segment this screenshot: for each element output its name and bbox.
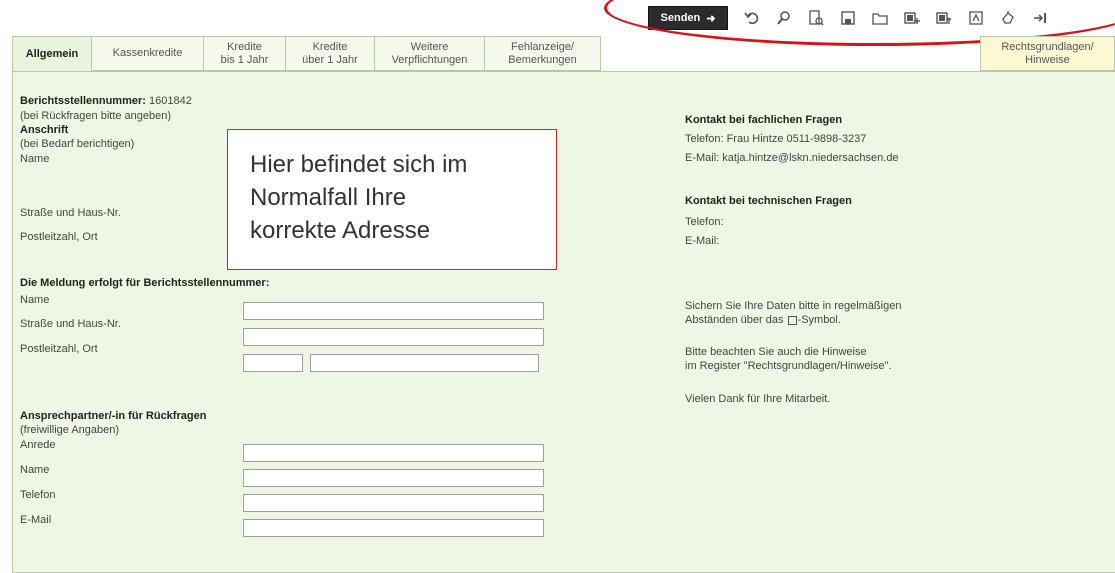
- tab-rechtsgrundlagen-hinweise[interactable]: Rechtsgrundlagen/ Hinweise: [980, 36, 1115, 71]
- send-button[interactable]: Senden ➜: [648, 6, 728, 30]
- add-row-icon[interactable]: [902, 8, 922, 28]
- overlay-line-3: korrekte Adresse: [250, 217, 431, 244]
- report-for-street-label: Straße und Haus-Nr.: [20, 318, 121, 330]
- contact-email-input[interactable]: [243, 519, 544, 537]
- form-panel: Berichtsstellennummer: 1601842 (bei Rück…: [12, 71, 1115, 573]
- hint-note-line2: im Register "Rechtsgrundlagen/Hinweise".: [685, 360, 892, 372]
- tab-kredite-ueber-1-jahr[interactable]: Kredite über 1 Jahr: [285, 36, 375, 71]
- save-note-line1: Sichern Sie Ihre Daten bitte in regelmäß…: [685, 300, 902, 312]
- contact-email-label: E-Mail: [20, 514, 52, 526]
- reporting-number-value: 1601842: [149, 95, 192, 107]
- report-for-postal-label: Postleitzahl, Ort: [20, 343, 98, 355]
- salutation-input[interactable]: [243, 444, 544, 462]
- address-heading: Anschrift: [20, 124, 69, 136]
- thanks-note: Vielen Dank für Ihre Mitarbeit.: [685, 393, 831, 405]
- overlay-line-1: Hier befindet sich im: [250, 151, 468, 178]
- tab-weitere-verpflichtungen[interactable]: Weitere Verpflichtungen: [374, 36, 485, 71]
- print-preview-icon[interactable]: [806, 8, 826, 28]
- address-hint: (bei Bedarf berichtigen): [20, 138, 135, 150]
- reporting-number-hint: (bei Rückfragen bitte angeben): [20, 110, 172, 122]
- contact-name-input[interactable]: [243, 469, 544, 487]
- save-note-line2: Abständen über das -Symbol.: [685, 314, 841, 326]
- tab-kredite-bis-1-jahr[interactable]: Kredite bis 1 Jahr: [203, 36, 286, 71]
- save-icon: [787, 315, 797, 325]
- pdf-icon[interactable]: [966, 8, 986, 28]
- arrow-right-icon: ➜: [706, 12, 716, 25]
- it-contact-email: E-Mail:: [685, 235, 720, 247]
- address-placeholder-overlay: Hier befindet sich im Normalfall Ihre ko…: [227, 129, 557, 270]
- technical-contact-heading: Kontakt bei fachlichen Fragen: [685, 114, 843, 126]
- street-label: Straße und Haus-Nr.: [20, 207, 121, 219]
- open-folder-icon[interactable]: [870, 8, 890, 28]
- overlay-line-2: Normalfall Ihre: [250, 184, 407, 211]
- it-contact-heading: Kontakt bei technischen Fragen: [685, 195, 852, 207]
- save-icon[interactable]: [838, 8, 858, 28]
- search-icon[interactable]: [774, 8, 794, 28]
- tab-kassenkredite[interactable]: Kassenkredite: [91, 36, 204, 71]
- report-for-street-input[interactable]: [243, 328, 544, 346]
- contact-phone-input[interactable]: [243, 494, 544, 512]
- hand-icon[interactable]: [998, 8, 1018, 28]
- contact-name-label: Name: [20, 464, 50, 476]
- report-for-name-input[interactable]: [243, 302, 544, 320]
- name-label: Name: [20, 153, 50, 165]
- hint-note-line1: Bitte beachten Sie auch die Hinweise: [685, 346, 867, 358]
- report-for-postal-code-input[interactable]: [243, 354, 303, 372]
- tab-fehlanzeige-bemerkungen[interactable]: Fehlanzeige/ Bemerkungen: [484, 36, 601, 71]
- salutation-label: Anrede: [20, 439, 56, 451]
- report-for-name-label: Name: [20, 294, 50, 306]
- contact-phone-label: Telefon: [20, 489, 56, 501]
- reporting-number-label: Berichtsstellennummer:: [20, 95, 146, 107]
- tab-allgemein[interactable]: Allgemein: [12, 36, 92, 72]
- technical-contact-phone: Telefon: Frau Hintze 0511-9898-3237: [685, 133, 867, 145]
- contact-hint: (freiwillige Angaben): [20, 424, 120, 436]
- postal-label: Postleitzahl, Ort: [20, 231, 98, 243]
- undo-icon[interactable]: [742, 8, 762, 28]
- exit-icon[interactable]: [1030, 8, 1050, 28]
- send-label: Senden: [660, 12, 701, 24]
- contact-heading: Ansprechpartner/-in für Rückfragen: [20, 410, 207, 422]
- report-for-city-input[interactable]: [310, 354, 539, 372]
- technical-contact-email: E-Mail: katja.hintze@lskn.niedersachsen.…: [685, 152, 899, 164]
- report-for-heading: Die Meldung erfolgt für Berichtsstellenn…: [20, 277, 270, 289]
- it-contact-phone: Telefon:: [685, 216, 724, 228]
- insert-row-icon[interactable]: [934, 8, 954, 28]
